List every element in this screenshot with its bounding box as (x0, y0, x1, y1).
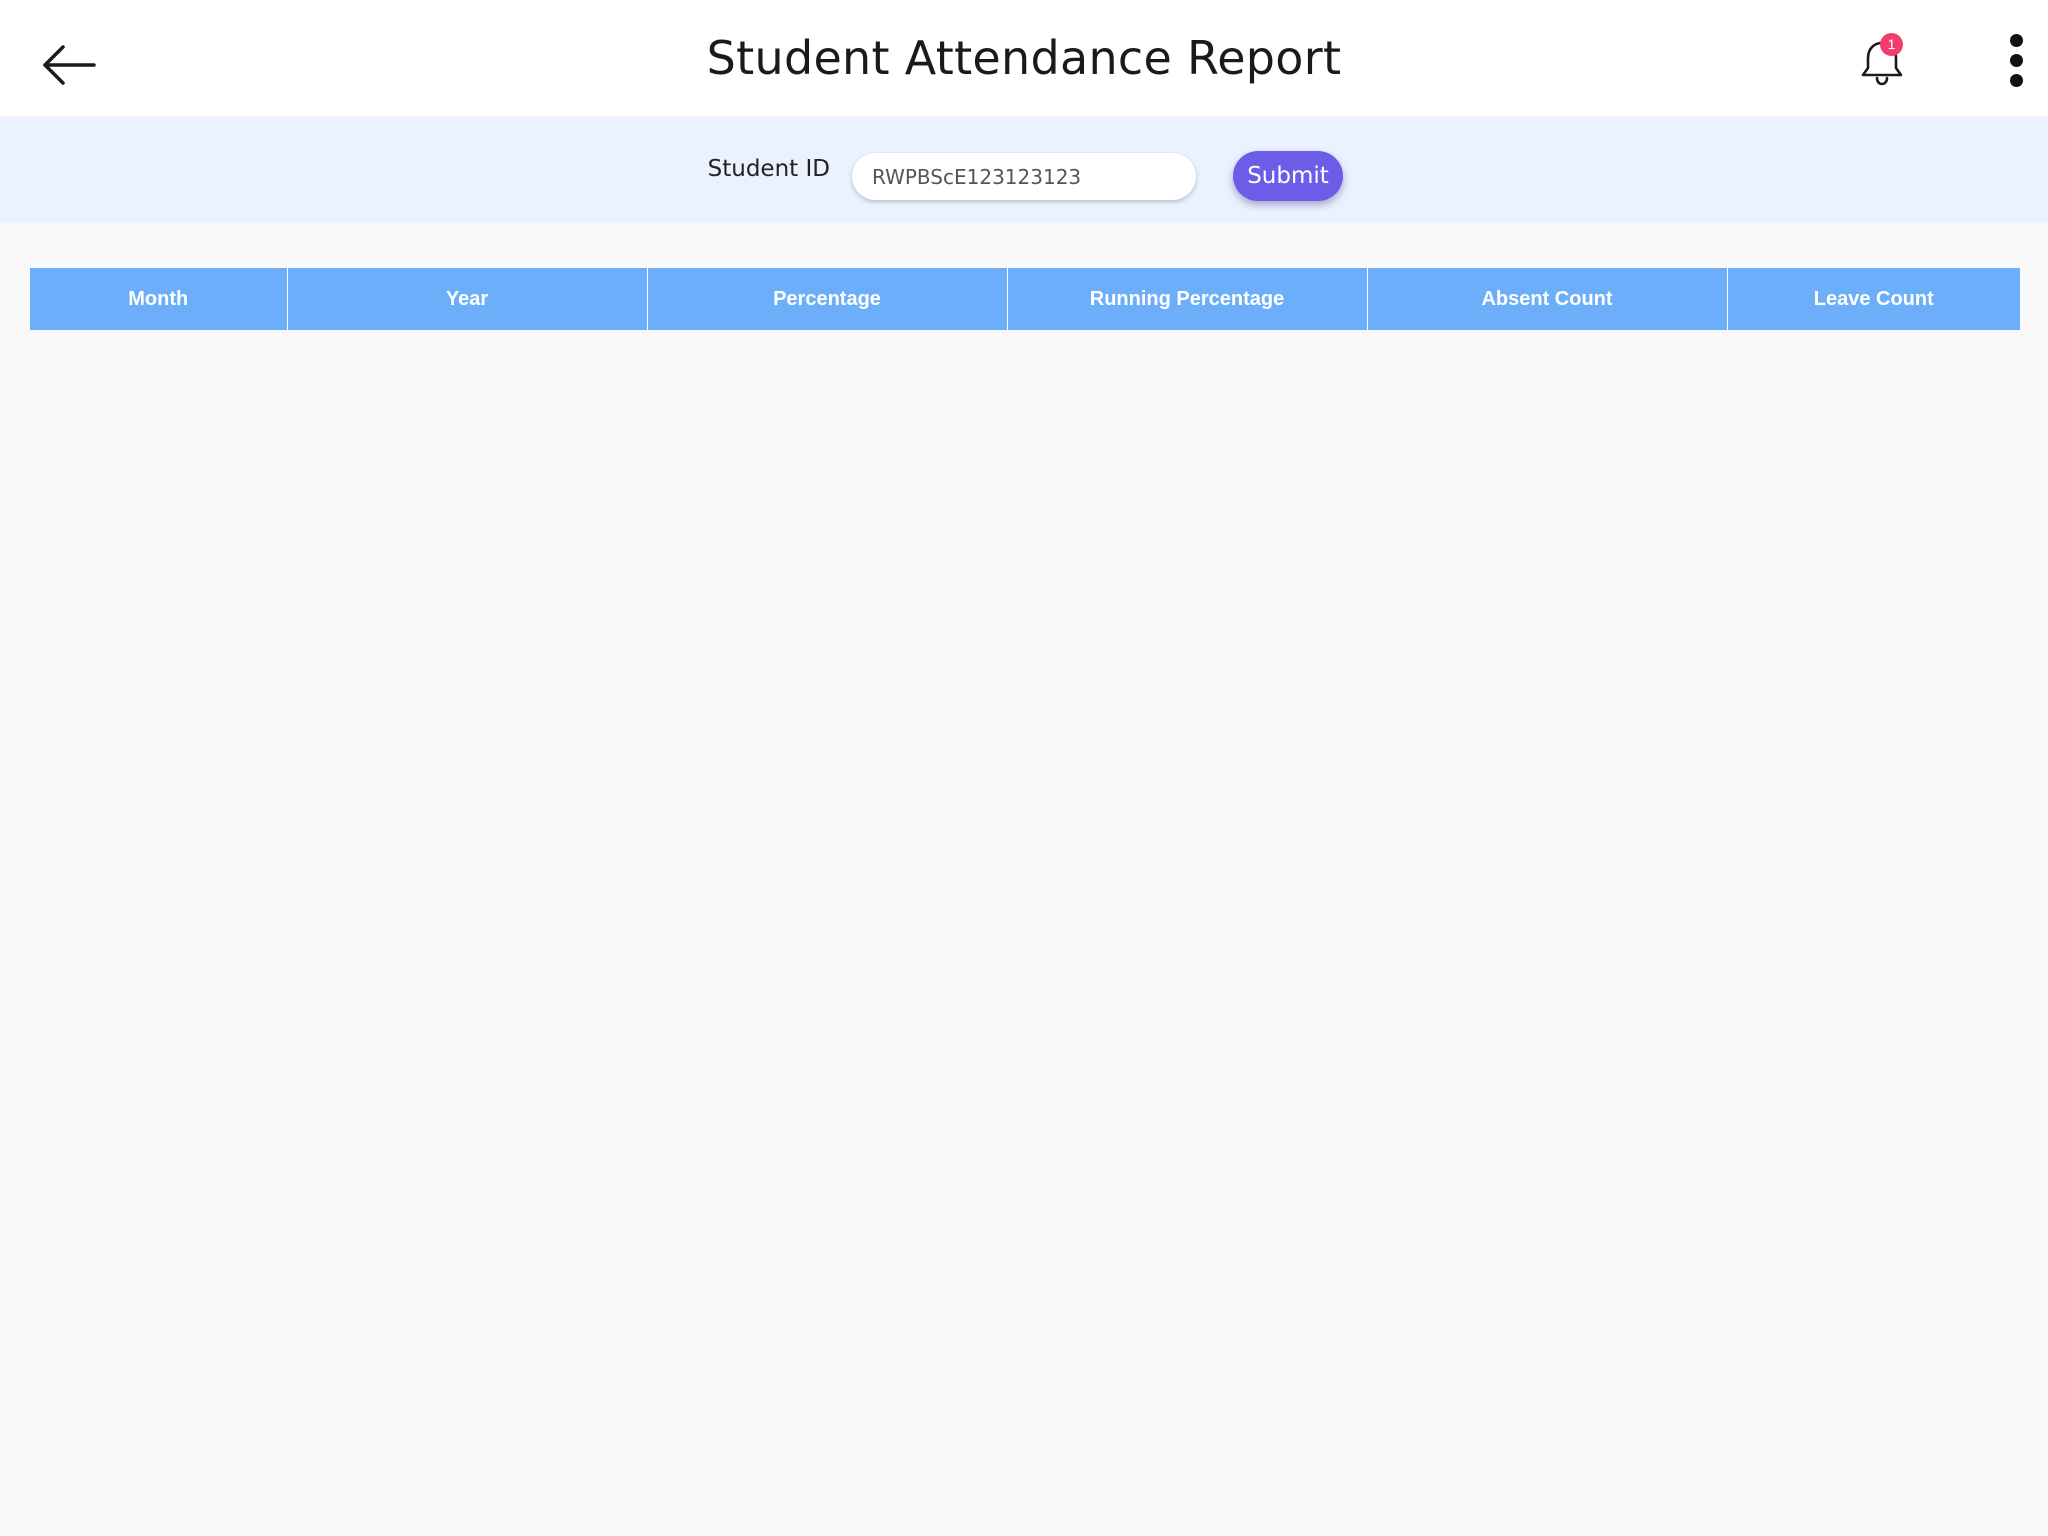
page-title: Student Attendance Report (706, 31, 1342, 85)
notification-badge: 1 (1880, 33, 1903, 56)
column-header-leave-count[interactable]: Leave Count (1726, 268, 2020, 330)
column-header-month[interactable]: Month (30, 268, 287, 330)
table-header: Month Year Percentage Running Percentage… (30, 268, 2020, 330)
more-options-button[interactable] (1999, 32, 2035, 90)
notifications-button[interactable]: 1 (1856, 33, 1908, 88)
student-id-input[interactable] (852, 153, 1196, 200)
column-header-year[interactable]: Year (286, 268, 647, 330)
student-filter-bar: Student ID Submit (0, 116, 2048, 223)
column-header-percentage[interactable]: Percentage (646, 268, 1007, 330)
app-header: Student Attendance Report 1 (0, 0, 2048, 116)
column-header-absent-count[interactable]: Absent Count (1366, 268, 1727, 330)
table-header-row: Month Year Percentage Running Percentage… (30, 268, 2020, 330)
column-header-running-percentage[interactable]: Running Percentage (1006, 268, 1367, 330)
submit-button[interactable]: Submit (1233, 151, 1343, 201)
attendance-table: Month Year Percentage Running Percentage… (30, 268, 2020, 330)
student-id-label: Student ID (707, 156, 830, 182)
